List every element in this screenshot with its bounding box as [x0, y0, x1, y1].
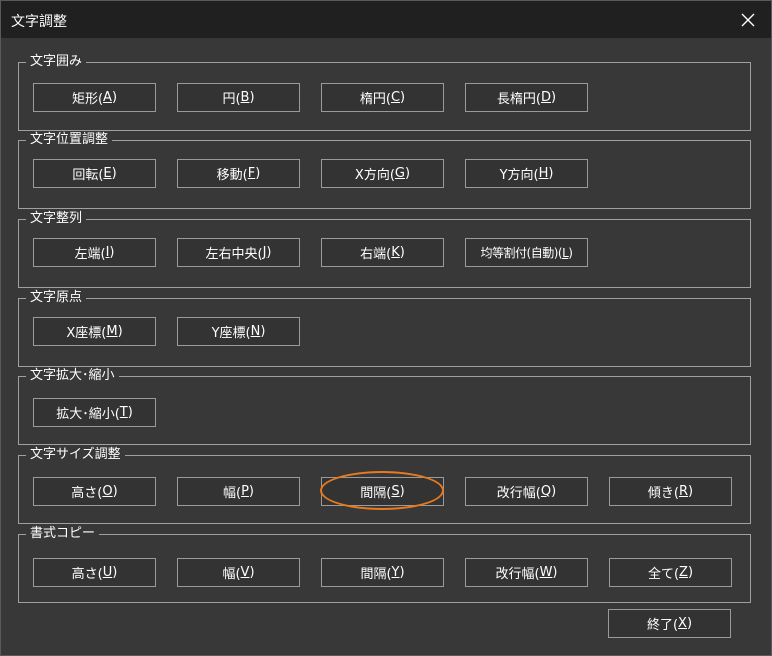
x-direction-button[interactable]: X方向(G) — [321, 159, 444, 188]
copy-spacing-button[interactable]: 間隔(Y) — [321, 558, 444, 587]
group-text-enclosure: 文字囲み 矩形(A) 円(B) 楕円(C) 長楕円(D) — [18, 53, 751, 131]
move-button[interactable]: 移動(F) — [177, 159, 300, 188]
circle-button[interactable]: 円(B) — [177, 83, 300, 112]
group-text-alignment: 文字整列 左端(I) 左右中央(J) 右端(K) 均等割付(自動)(L) — [18, 210, 751, 288]
rectangle-button[interactable]: 矩形(A) — [33, 83, 156, 112]
title-bar: 文字調整 — [1, 1, 771, 38]
copy-all-button[interactable]: 全て(Z) — [609, 558, 732, 587]
group-label: 文字整列 — [26, 210, 87, 228]
line-spacing-button[interactable]: 改行幅(Q) — [465, 477, 588, 506]
slant-button[interactable]: 傾き(R) — [609, 477, 732, 506]
group-text-scale: 文字拡大･縮小 拡大･縮小(T) — [18, 367, 751, 445]
group-format-copy: 書式コピー 高さ(U) 幅(V) 間隔(Y) 改行幅(W) 全て(Z) — [18, 525, 751, 603]
ellipse-button[interactable]: 楕円(C) — [321, 83, 444, 112]
rotate-button[interactable]: 回転(E) — [33, 159, 156, 188]
align-left-button[interactable]: 左端(I) — [33, 238, 156, 267]
group-label: 文字拡大･縮小 — [26, 367, 119, 385]
scale-button[interactable]: 拡大･縮小(T) — [33, 398, 156, 427]
copy-width-button[interactable]: 幅(V) — [177, 558, 300, 587]
group-text-position: 文字位置調整 回転(E) 移動(F) X方向(G) Y方向(H) — [18, 131, 751, 209]
group-label: 文字原点 — [26, 289, 87, 307]
group-label: 文字囲み — [26, 53, 87, 71]
y-direction-button[interactable]: Y方向(H) — [465, 159, 588, 188]
align-right-button[interactable]: 右端(K) — [321, 238, 444, 267]
exit-button[interactable]: 終了(X) — [608, 609, 731, 638]
window-title: 文字調整 — [11, 14, 67, 30]
copy-line-spacing-button[interactable]: 改行幅(W) — [465, 558, 588, 587]
width-button[interactable]: 幅(P) — [177, 477, 300, 506]
long-ellipse-button[interactable]: 長楕円(D) — [465, 83, 588, 112]
x-coordinate-button[interactable]: X座標(M) — [33, 317, 156, 346]
align-center-button[interactable]: 左右中央(J) — [177, 238, 300, 267]
group-label: 文字位置調整 — [26, 131, 113, 149]
height-button[interactable]: 高さ(O) — [33, 477, 156, 506]
group-label: 書式コピー — [26, 525, 100, 543]
group-text-size: 文字サイズ調整 高さ(O) 幅(P) 間隔(S) 改行幅(Q) 傾き(R) — [18, 446, 751, 524]
group-text-origin: 文字原点 X座標(M) Y座標(N) — [18, 289, 751, 367]
group-label: 文字サイズ調整 — [26, 446, 125, 464]
copy-height-button[interactable]: 高さ(U) — [33, 558, 156, 587]
y-coordinate-button[interactable]: Y座標(N) — [177, 317, 300, 346]
close-icon[interactable] — [725, 1, 771, 38]
spacing-button[interactable]: 間隔(S) — [321, 477, 444, 506]
text-adjust-dialog: 文字調整 文字囲み 矩形(A) 円(B) 楕円(C) 長楕円(D) 文字位置調整… — [0, 0, 772, 656]
justify-auto-button[interactable]: 均等割付(自動)(L) — [465, 238, 588, 267]
